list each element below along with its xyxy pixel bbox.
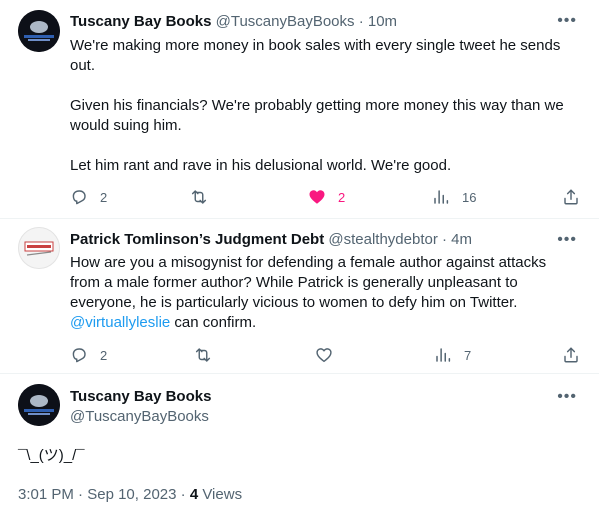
author-handle[interactable]: @TuscanyBayBooks xyxy=(216,13,355,30)
mention-link[interactable]: @virtuallyleslie xyxy=(70,314,170,331)
views-button[interactable]: 16 xyxy=(432,187,476,207)
reply-icon xyxy=(72,348,86,363)
avatar-sign-image xyxy=(19,228,59,268)
retweet-icon xyxy=(191,190,207,204)
focused-tweet: Tuscany Bay Books @TuscanyBayBooks ••• ¯… xyxy=(0,374,599,522)
tweet-header: Tuscany Bay Books @TuscanyBayBooks xyxy=(70,387,211,427)
views-count: 7 xyxy=(464,347,472,363)
heart-icon xyxy=(316,348,332,363)
avatar-logo-image xyxy=(18,384,60,426)
separator-dot: · xyxy=(442,231,447,248)
tweet-header: Tuscany Bay Books @TuscanyBayBooks · 10m xyxy=(70,12,397,32)
tweet-time[interactable]: 10m xyxy=(368,13,397,30)
tweet-2[interactable]: Patrick Tomlinson’s Judgment Debt @steal… xyxy=(0,219,599,372)
avatar[interactable] xyxy=(18,10,60,52)
author-name[interactable]: Tuscany Bay Books xyxy=(70,387,211,407)
author-name[interactable]: Tuscany Bay Books xyxy=(70,13,211,30)
reply-icon xyxy=(72,190,86,205)
tweet-header: Patrick Tomlinson’s Judgment Debt @steal… xyxy=(70,230,472,250)
tweet-time[interactable]: 3:01 PM xyxy=(18,486,74,503)
reply-button[interactable]: 2 xyxy=(70,187,107,207)
ellipsis-icon[interactable]: ••• xyxy=(557,13,577,29)
author-handle[interactable]: @stealthydebtor xyxy=(328,231,437,248)
reply-count: 2 xyxy=(100,347,108,363)
tweet-text: We're making more money in book sales wi… xyxy=(70,36,575,176)
retweet-icon xyxy=(195,348,211,362)
views-count: 16 xyxy=(462,189,477,205)
separator-dot: · xyxy=(358,13,364,30)
reply-count: 2 xyxy=(100,189,108,205)
like-button[interactable]: 2 xyxy=(308,187,345,207)
author-handle[interactable]: @TuscanyBayBooks xyxy=(70,407,211,427)
tweet-text-main: How are you a misogynist for defending a… xyxy=(70,254,547,311)
avatar-logo-image xyxy=(18,10,60,52)
separator-dot: · xyxy=(180,486,186,503)
share-button[interactable] xyxy=(562,187,580,207)
reply-button[interactable]: 2 xyxy=(70,345,107,365)
ellipsis-icon[interactable]: ••• xyxy=(557,232,577,248)
tweet-paragraph: We're making more money in book sales wi… xyxy=(70,37,561,74)
separator-dot: · xyxy=(78,486,84,503)
views-count: 4 xyxy=(189,486,199,503)
tweet-text: ¯\_(ツ)_/¯ xyxy=(18,447,85,464)
tweet-paragraph: Let him rant and rave in his delusional … xyxy=(70,157,452,174)
share-icon xyxy=(564,189,578,205)
like-count: 2 xyxy=(338,189,346,205)
share-icon xyxy=(564,347,578,363)
retweet-button[interactable] xyxy=(194,345,224,365)
tweet-meta: 3:01 PM · Sep 10, 2023 · 4 Views xyxy=(18,485,242,505)
heart-icon xyxy=(309,190,325,204)
share-button[interactable] xyxy=(562,345,580,365)
tweet-paragraph: Given his financials? We're probably get… xyxy=(70,97,564,134)
tweet-text-tail: can confirm. xyxy=(170,314,257,331)
action-bar: 2 7 xyxy=(70,345,590,365)
retweet-button[interactable] xyxy=(190,187,220,207)
views-icon xyxy=(436,348,451,362)
views-label: Views xyxy=(202,486,243,503)
avatar[interactable] xyxy=(18,227,60,269)
views-icon xyxy=(434,190,449,204)
ellipsis-icon[interactable]: ••• xyxy=(557,389,577,405)
views-button[interactable]: 7 xyxy=(434,345,471,365)
like-button[interactable] xyxy=(315,345,345,365)
tweet-time[interactable]: 4m xyxy=(451,231,472,248)
tweet-1[interactable]: Tuscany Bay Books @TuscanyBayBooks · 10m… xyxy=(0,0,599,218)
avatar[interactable] xyxy=(18,384,60,426)
tweet-text: How are you a misogynist for defending a… xyxy=(70,253,575,333)
tweet-date[interactable]: Sep 10, 2023 xyxy=(87,486,176,503)
author-name[interactable]: Patrick Tomlinson’s Judgment Debt xyxy=(70,231,324,248)
action-bar: 2 2 16 xyxy=(70,187,590,207)
